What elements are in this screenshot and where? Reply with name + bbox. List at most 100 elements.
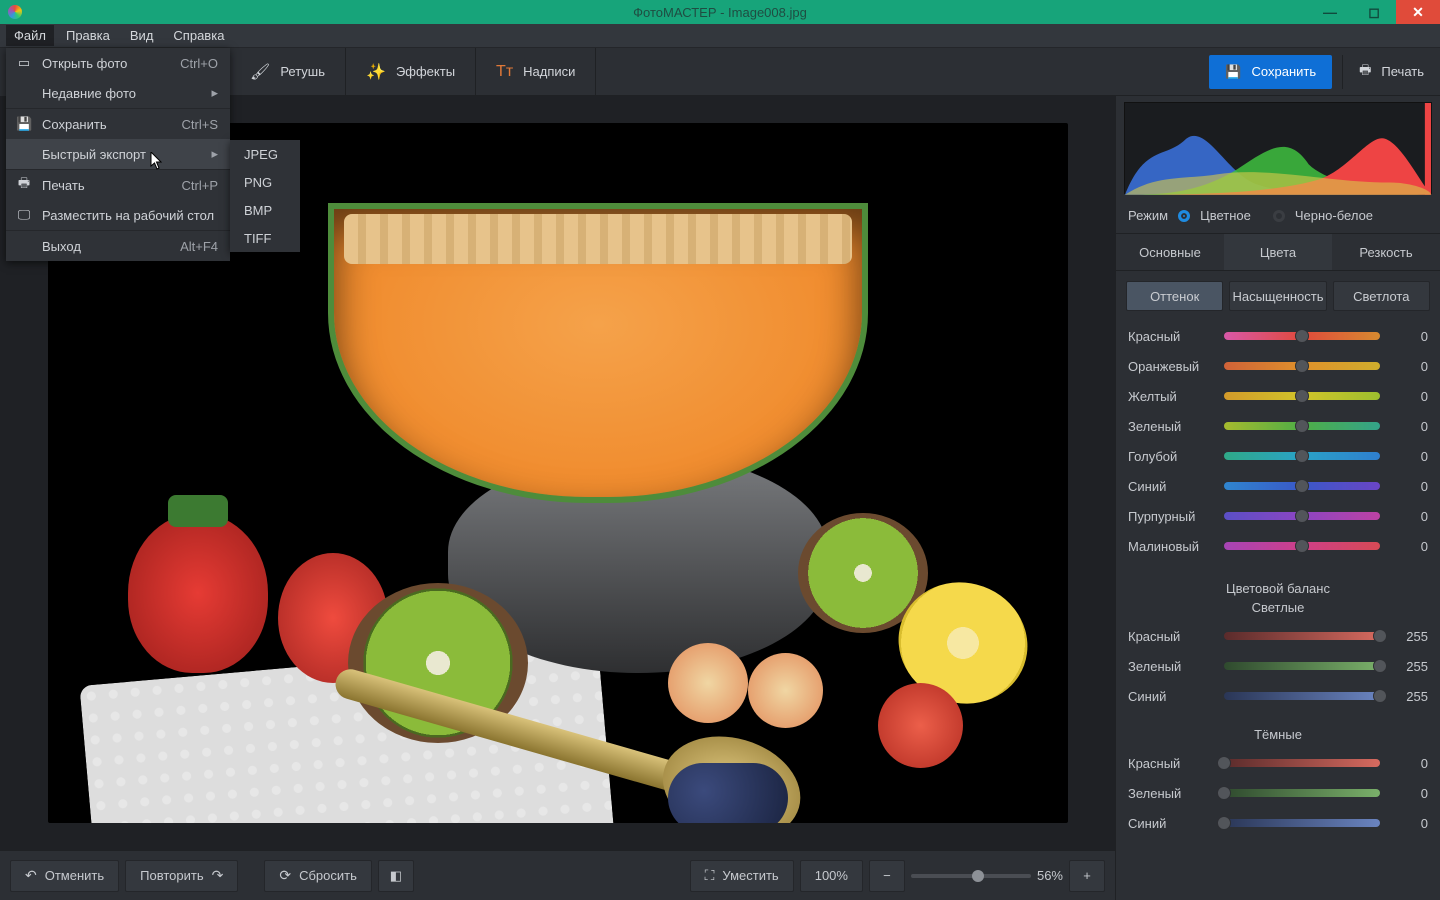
slider-thumb[interactable] bbox=[1295, 329, 1309, 343]
minimize-button[interactable]: — bbox=[1308, 0, 1352, 24]
slider-thumb[interactable] bbox=[1295, 449, 1309, 463]
text-icon: Tᴛ bbox=[496, 63, 513, 81]
menu-view[interactable]: Вид bbox=[122, 25, 162, 46]
mode-color-label[interactable]: Цветное bbox=[1200, 208, 1251, 223]
slider-track[interactable] bbox=[1224, 692, 1380, 700]
chevron-right-icon: ▸ bbox=[211, 146, 218, 162]
radio-color[interactable] bbox=[1178, 210, 1190, 222]
export-tiff[interactable]: TIFF bbox=[230, 224, 300, 252]
slider-track[interactable] bbox=[1224, 332, 1380, 340]
tab-effects[interactable]: ✨Эффекты bbox=[346, 48, 476, 96]
slider-thumb[interactable] bbox=[1295, 509, 1309, 523]
tab-retouch-label: Ретушь bbox=[280, 64, 325, 79]
slider-track[interactable] bbox=[1224, 512, 1380, 520]
save-button[interactable]: 💾Сохранить bbox=[1209, 55, 1332, 89]
slider-value: 0 bbox=[1390, 329, 1428, 344]
printer-icon: 🖶 bbox=[1359, 61, 1371, 83]
zoom-value: 56% bbox=[1037, 868, 1063, 883]
file-menu-dropdown: ▭Открыть фотоCtrl+O Недавние фото▸ 💾Сохр… bbox=[6, 48, 230, 261]
zoom-in-button[interactable]: + bbox=[1069, 860, 1105, 892]
reset-icon: ⟳ bbox=[279, 867, 291, 884]
slider-label: Синий bbox=[1128, 689, 1214, 704]
top-toolbar: 🖌Ретушь ✨Эффекты TᴛНадписи 💾Сохранить 🖶 П… bbox=[230, 48, 1440, 96]
redo-button[interactable]: Повторить↷ bbox=[125, 860, 238, 892]
slider-track[interactable] bbox=[1224, 482, 1380, 490]
file-recent[interactable]: Недавние фото▸ bbox=[6, 78, 230, 108]
darks-title: Тёмные bbox=[1116, 727, 1440, 742]
maximize-button[interactable]: ◻ bbox=[1352, 0, 1396, 24]
slider-thumb[interactable] bbox=[1295, 539, 1309, 553]
slider-row: Зеленый 255 bbox=[1128, 651, 1428, 681]
zoom-slider[interactable] bbox=[911, 874, 1031, 878]
slider-label: Зеленый bbox=[1128, 786, 1214, 801]
slider-row: Пурпурный0 bbox=[1128, 501, 1428, 531]
slider-track[interactable] bbox=[1224, 789, 1380, 797]
hue-sliders: Красный0Оранжевый0Желтый0Зеленый0Голубой… bbox=[1116, 317, 1440, 573]
radio-bw[interactable] bbox=[1273, 210, 1285, 222]
menu-edit[interactable]: Правка bbox=[58, 25, 118, 46]
export-jpeg[interactable]: JPEG bbox=[230, 140, 300, 168]
mode-row: Режим Цветное Черно-белое bbox=[1116, 198, 1440, 233]
tab-retouch[interactable]: 🖌Ретушь bbox=[230, 48, 346, 96]
zoom-out-button[interactable]: − bbox=[869, 860, 905, 892]
file-set-wallpaper[interactable]: 🖵Разместить на рабочий стол bbox=[6, 200, 230, 230]
slider-track[interactable] bbox=[1224, 662, 1380, 670]
reset-button[interactable]: ⟳Сбросить bbox=[264, 860, 372, 892]
slider-thumb[interactable] bbox=[1217, 816, 1231, 830]
subtab-hue[interactable]: Оттенок bbox=[1126, 281, 1223, 311]
slider-thumb[interactable] bbox=[1295, 479, 1309, 493]
redo-icon: ↷ bbox=[212, 867, 224, 884]
tab-sharp[interactable]: Резкость bbox=[1332, 234, 1440, 270]
window-title: ФотоМАСТЕР - Image008.jpg bbox=[633, 5, 807, 20]
close-button[interactable]: ✕ bbox=[1396, 0, 1440, 24]
save-icon: 💾 bbox=[16, 116, 32, 132]
slider-track[interactable] bbox=[1224, 632, 1380, 640]
slider-track[interactable] bbox=[1224, 542, 1380, 550]
slider-value: 255 bbox=[1390, 659, 1428, 674]
mode-bw-label[interactable]: Черно-белое bbox=[1295, 208, 1373, 223]
tab-colors[interactable]: Цвета bbox=[1224, 234, 1332, 270]
slider-track[interactable] bbox=[1224, 362, 1380, 370]
tab-captions[interactable]: TᴛНадписи bbox=[476, 48, 596, 96]
slider-label: Зеленый bbox=[1128, 659, 1214, 674]
slider-track[interactable] bbox=[1224, 422, 1380, 430]
slider-thumb[interactable] bbox=[1373, 659, 1387, 673]
export-bmp[interactable]: BMP bbox=[230, 196, 300, 224]
file-exit[interactable]: ВыходAlt+F4 bbox=[6, 231, 230, 261]
slider-thumb[interactable] bbox=[1295, 389, 1309, 403]
slider-track[interactable] bbox=[1224, 452, 1380, 460]
slider-label: Пурпурный bbox=[1128, 509, 1214, 524]
subtab-lum[interactable]: Светлота bbox=[1333, 281, 1430, 311]
slider-track[interactable] bbox=[1224, 819, 1380, 827]
slider-thumb[interactable] bbox=[1295, 419, 1309, 433]
slider-label: Желтый bbox=[1128, 389, 1214, 404]
slider-track[interactable] bbox=[1224, 759, 1380, 767]
slider-value: 0 bbox=[1390, 816, 1428, 831]
zoom-controls: − 56% + bbox=[869, 860, 1105, 892]
file-open[interactable]: ▭Открыть фотоCtrl+O bbox=[6, 48, 230, 78]
menu-file[interactable]: Файл bbox=[6, 25, 54, 46]
slider-thumb[interactable] bbox=[1217, 786, 1231, 800]
file-quick-export[interactable]: Быстрый экспорт▸ bbox=[6, 139, 230, 169]
export-png[interactable]: PNG bbox=[230, 168, 300, 196]
slider-thumb[interactable] bbox=[1373, 629, 1387, 643]
slider-thumb[interactable] bbox=[1295, 359, 1309, 373]
zoom-100-button[interactable]: 100% bbox=[800, 860, 863, 892]
tab-basic[interactable]: Основные bbox=[1116, 234, 1224, 270]
print-button-label: Печать bbox=[1381, 64, 1424, 79]
slider-thumb[interactable] bbox=[1373, 689, 1387, 703]
menu-help[interactable]: Справка bbox=[165, 25, 232, 46]
panel-tabs: Основные Цвета Резкость bbox=[1116, 233, 1440, 271]
undo-button[interactable]: ↶Отменить bbox=[10, 860, 119, 892]
cursor-icon bbox=[150, 152, 164, 170]
print-button[interactable]: 🖶 Печать bbox=[1342, 55, 1440, 89]
compare-button[interactable]: ◧ bbox=[378, 860, 414, 892]
subtab-sat[interactable]: Насыщенность bbox=[1229, 281, 1326, 311]
file-print[interactable]: 🖶ПечатьCtrl+P bbox=[6, 170, 230, 200]
slider-row: Красный0 bbox=[1128, 321, 1428, 351]
slider-track[interactable] bbox=[1224, 392, 1380, 400]
file-save[interactable]: 💾СохранитьCtrl+S bbox=[6, 109, 230, 139]
slider-thumb[interactable] bbox=[1217, 756, 1231, 770]
fit-button[interactable]: ⛶Уместить bbox=[690, 860, 794, 892]
slider-value: 0 bbox=[1390, 756, 1428, 771]
